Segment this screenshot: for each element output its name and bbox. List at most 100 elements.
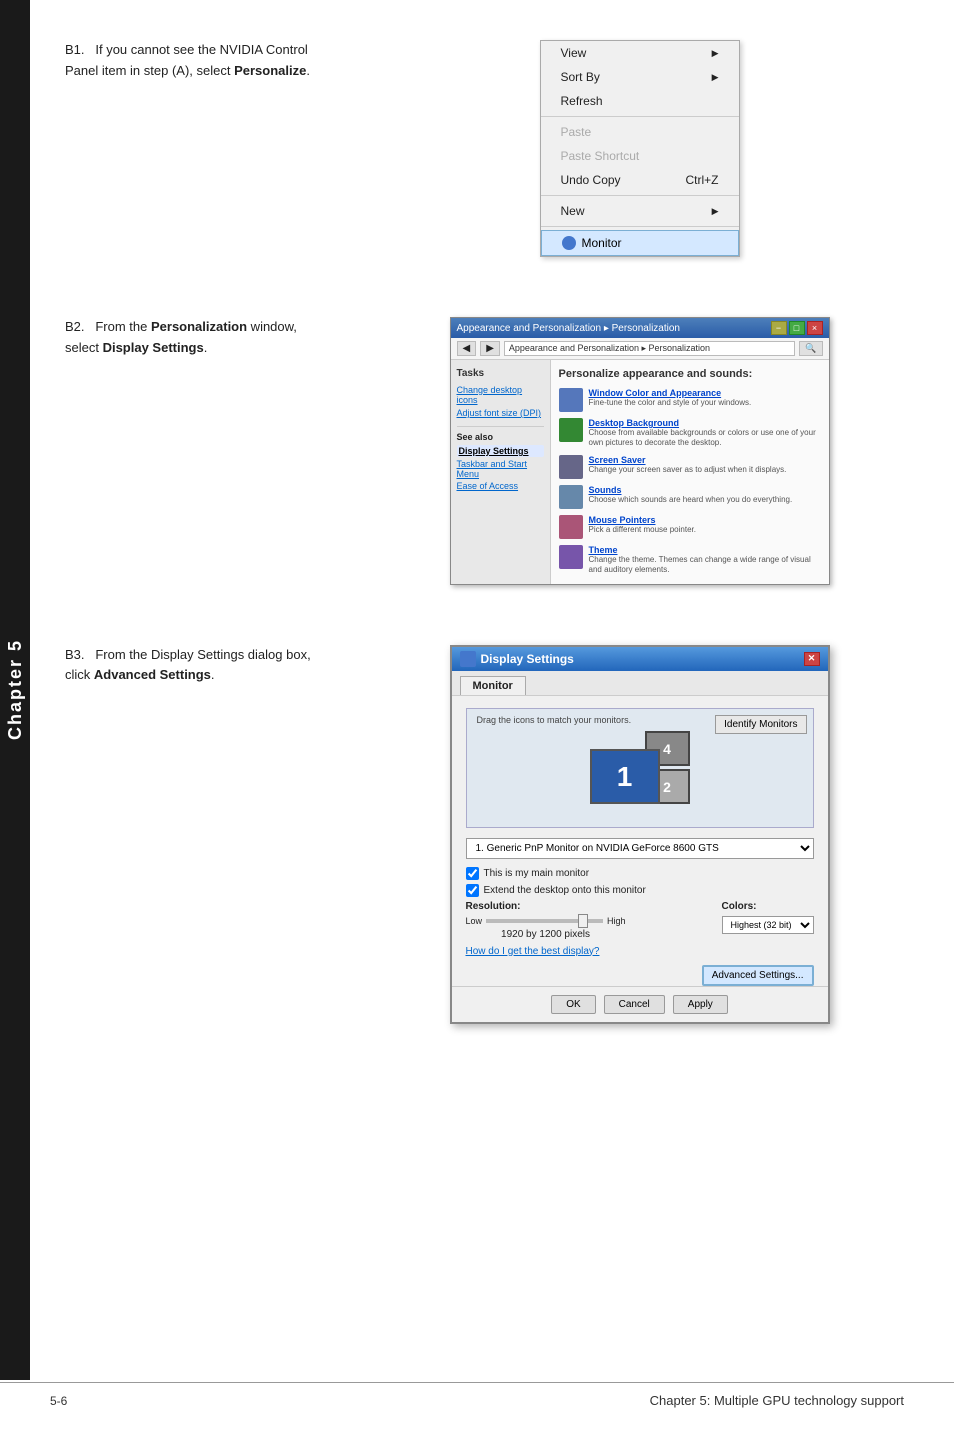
pers-item-screen-saver: Screen Saver Change your screen saver as… — [559, 455, 821, 479]
see-also: See also Display Settings Taskbar and St… — [457, 426, 544, 491]
ds-monitor-area: Drag the icons to match your monitors. I… — [466, 708, 814, 828]
pers-item-screen-saver-desc: Change your screen saver as to adjust wh… — [589, 465, 821, 475]
pers-item-window-color-desc: Fine-tune the color and style of your wi… — [589, 398, 821, 408]
sidebar-change-icons[interactable]: Change desktop icons — [457, 385, 544, 405]
context-menu-sortby[interactable]: Sort By — [541, 65, 739, 89]
ds-monitor-select[interactable]: 1. Generic PnP Monitor on NVIDIA GeForce… — [466, 838, 814, 859]
section-b2: B2. From the Personalization window, sel… — [65, 317, 924, 585]
pers-item-mouse-title[interactable]: Mouse Pointers — [589, 515, 821, 525]
see-also-taskbar[interactable]: Taskbar and Start Menu — [457, 459, 544, 479]
see-also-ease-access[interactable]: Ease of Access — [457, 481, 544, 491]
ds-close-button[interactable]: ✕ — [804, 652, 820, 666]
context-menu-view[interactable]: View — [541, 41, 739, 65]
pers-item-sounds-content: Sounds Choose which sounds are heard whe… — [589, 485, 821, 505]
desktop-bg-icon — [559, 418, 583, 442]
checkbox-main-monitor-label: This is my main monitor — [484, 868, 590, 879]
win-titlebar-buttons: − □ × — [771, 321, 823, 335]
ds-footer: OK Cancel Apply — [452, 986, 828, 1022]
pers-item-mouse-desc: Pick a different mouse pointer. — [589, 525, 821, 535]
section-b3-bold: Advanced Settings — [94, 667, 211, 682]
sounds-icon — [559, 485, 583, 509]
ds-body: Drag the icons to match your monitors. I… — [452, 696, 828, 977]
ds-resolution-slider[interactable] — [486, 919, 603, 923]
context-menu-undo-copy[interactable]: Undo Copy Ctrl+Z — [541, 168, 739, 192]
search-button[interactable]: 🔍 — [799, 341, 822, 356]
context-menu: View Sort By Refresh Paste Paste Shortcu… — [540, 40, 740, 257]
checkbox-main-monitor[interactable] — [466, 867, 479, 880]
ds-ok-button[interactable]: OK — [551, 995, 595, 1014]
context-menu-paste: Paste — [541, 120, 739, 144]
separator-2 — [541, 195, 739, 196]
forward-button[interactable]: ▶ — [480, 341, 500, 356]
section-b3-image: Display Settings ✕ Monitor Drag the icon… — [355, 645, 924, 1024]
win-body: Tasks Change desktop icons Adjust font s… — [451, 360, 829, 584]
pers-item-theme-title[interactable]: Theme — [589, 545, 821, 555]
section-b3-text-part2: . — [211, 667, 215, 682]
section-b2-bold2: Display Settings — [103, 340, 204, 355]
ds-titlebar-icon — [460, 651, 476, 667]
section-b2-image: Appearance and Personalization ▸ Persona… — [355, 317, 924, 585]
page-footer: 5-6 Chapter 5: Multiple GPU technology s… — [0, 1382, 954, 1418]
ds-titlebar-left: Display Settings — [460, 651, 574, 667]
monitor-1-icon: 1 — [590, 749, 660, 804]
context-menu-personalize[interactable]: Monitor — [541, 230, 739, 256]
back-button[interactable]: ◀ — [457, 341, 477, 356]
close-button[interactable]: × — [807, 321, 823, 335]
section-b1: B1. If you cannot see the NVIDIA Control… — [65, 40, 924, 257]
pers-item-desktop-bg: Desktop Background Choose from available… — [559, 418, 821, 449]
tab-monitor[interactable]: Monitor — [460, 676, 526, 695]
pers-item-desktop-bg-content: Desktop Background Choose from available… — [589, 418, 821, 449]
context-menu-refresh[interactable]: Refresh — [541, 89, 739, 113]
context-menu-personalize-label: Monitor — [582, 236, 718, 250]
pers-item-mouse-content: Mouse Pointers Pick a different mouse po… — [589, 515, 821, 535]
pers-item-screen-saver-title[interactable]: Screen Saver — [589, 455, 821, 465]
context-menu-undo-copy-label: Undo Copy — [561, 173, 621, 187]
monitor-1-number: 1 — [617, 761, 633, 793]
checkbox-extend[interactable] — [466, 884, 479, 897]
ds-best-display-link[interactable]: How do I get the best display? — [466, 946, 814, 957]
monitor-group: 1 4 2 — [590, 731, 690, 804]
pers-item-window-color-title[interactable]: Window Color and Appearance — [589, 388, 821, 398]
pers-item-sounds-title[interactable]: Sounds — [589, 485, 821, 495]
context-menu-new[interactable]: New — [541, 199, 739, 223]
ds-apply-button[interactable]: Apply — [673, 995, 728, 1014]
sidebar-adjust-font[interactable]: Adjust font size (DPI) — [457, 408, 544, 418]
section-b1-image: View Sort By Refresh Paste Paste Shortcu… — [355, 40, 924, 257]
section-b1-label: B1. — [65, 42, 85, 57]
separator-1 — [541, 116, 739, 117]
window-color-icon — [559, 388, 583, 412]
ds-colors-select[interactable]: Highest (32 bit) — [722, 916, 814, 934]
pers-item-screen-saver-content: Screen Saver Change your screen saver as… — [589, 455, 821, 475]
ds-colors-area: Colors: Highest (32 bit) — [722, 901, 814, 934]
ds-cancel-button[interactable]: Cancel — [604, 995, 665, 1014]
pers-item-desktop-bg-title[interactable]: Desktop Background — [589, 418, 821, 428]
win-toolbar: ◀ ▶ Appearance and Personalization ▸ Per… — [451, 338, 829, 360]
mouse-icon — [559, 515, 583, 539]
ds-resolution-label: Resolution: — [466, 901, 626, 912]
footer-chapter-title: Chapter 5: Multiple GPU technology suppo… — [650, 1393, 904, 1408]
personalization-window: Appearance and Personalization ▸ Persona… — [450, 317, 830, 585]
ds-low-label: Low — [466, 916, 483, 926]
pers-item-mouse: Mouse Pointers Pick a different mouse po… — [559, 515, 821, 539]
section-b2-label: B2. — [65, 319, 85, 334]
ds-title-text: Display Settings — [481, 652, 574, 666]
section-b2-text: B2. From the Personalization window, sel… — [65, 317, 325, 359]
context-menu-paste-label: Paste — [561, 125, 592, 139]
pers-item-theme-content: Theme Change the theme. Themes can chang… — [589, 545, 821, 576]
win-main: Personalize appearance and sounds: Windo… — [551, 360, 829, 584]
section-b2-bold1: Personalization — [151, 319, 247, 334]
context-menu-undo-copy-shortcut: Ctrl+Z — [686, 173, 719, 187]
minimize-button[interactable]: − — [771, 321, 787, 335]
context-menu-sortby-label: Sort By — [561, 70, 600, 84]
maximize-button[interactable]: □ — [789, 321, 805, 335]
address-bar[interactable]: Appearance and Personalization ▸ Persona… — [504, 341, 795, 356]
ds-identify-monitors-button[interactable]: Identify Monitors — [715, 715, 806, 734]
ds-advanced-settings-button[interactable]: Advanced Settings... — [702, 965, 814, 986]
ds-titlebar: Display Settings ✕ — [452, 647, 828, 671]
win-title-text: Appearance and Personalization ▸ Persona… — [457, 323, 681, 334]
checkbox-extend-label: Extend the desktop onto this monitor — [484, 885, 646, 896]
see-also-display-settings[interactable]: Display Settings — [457, 445, 544, 457]
sidebar-title: Tasks — [457, 368, 544, 379]
section-b3-label: B3. — [65, 647, 85, 662]
section-b2-text-part1: From the — [95, 319, 151, 334]
